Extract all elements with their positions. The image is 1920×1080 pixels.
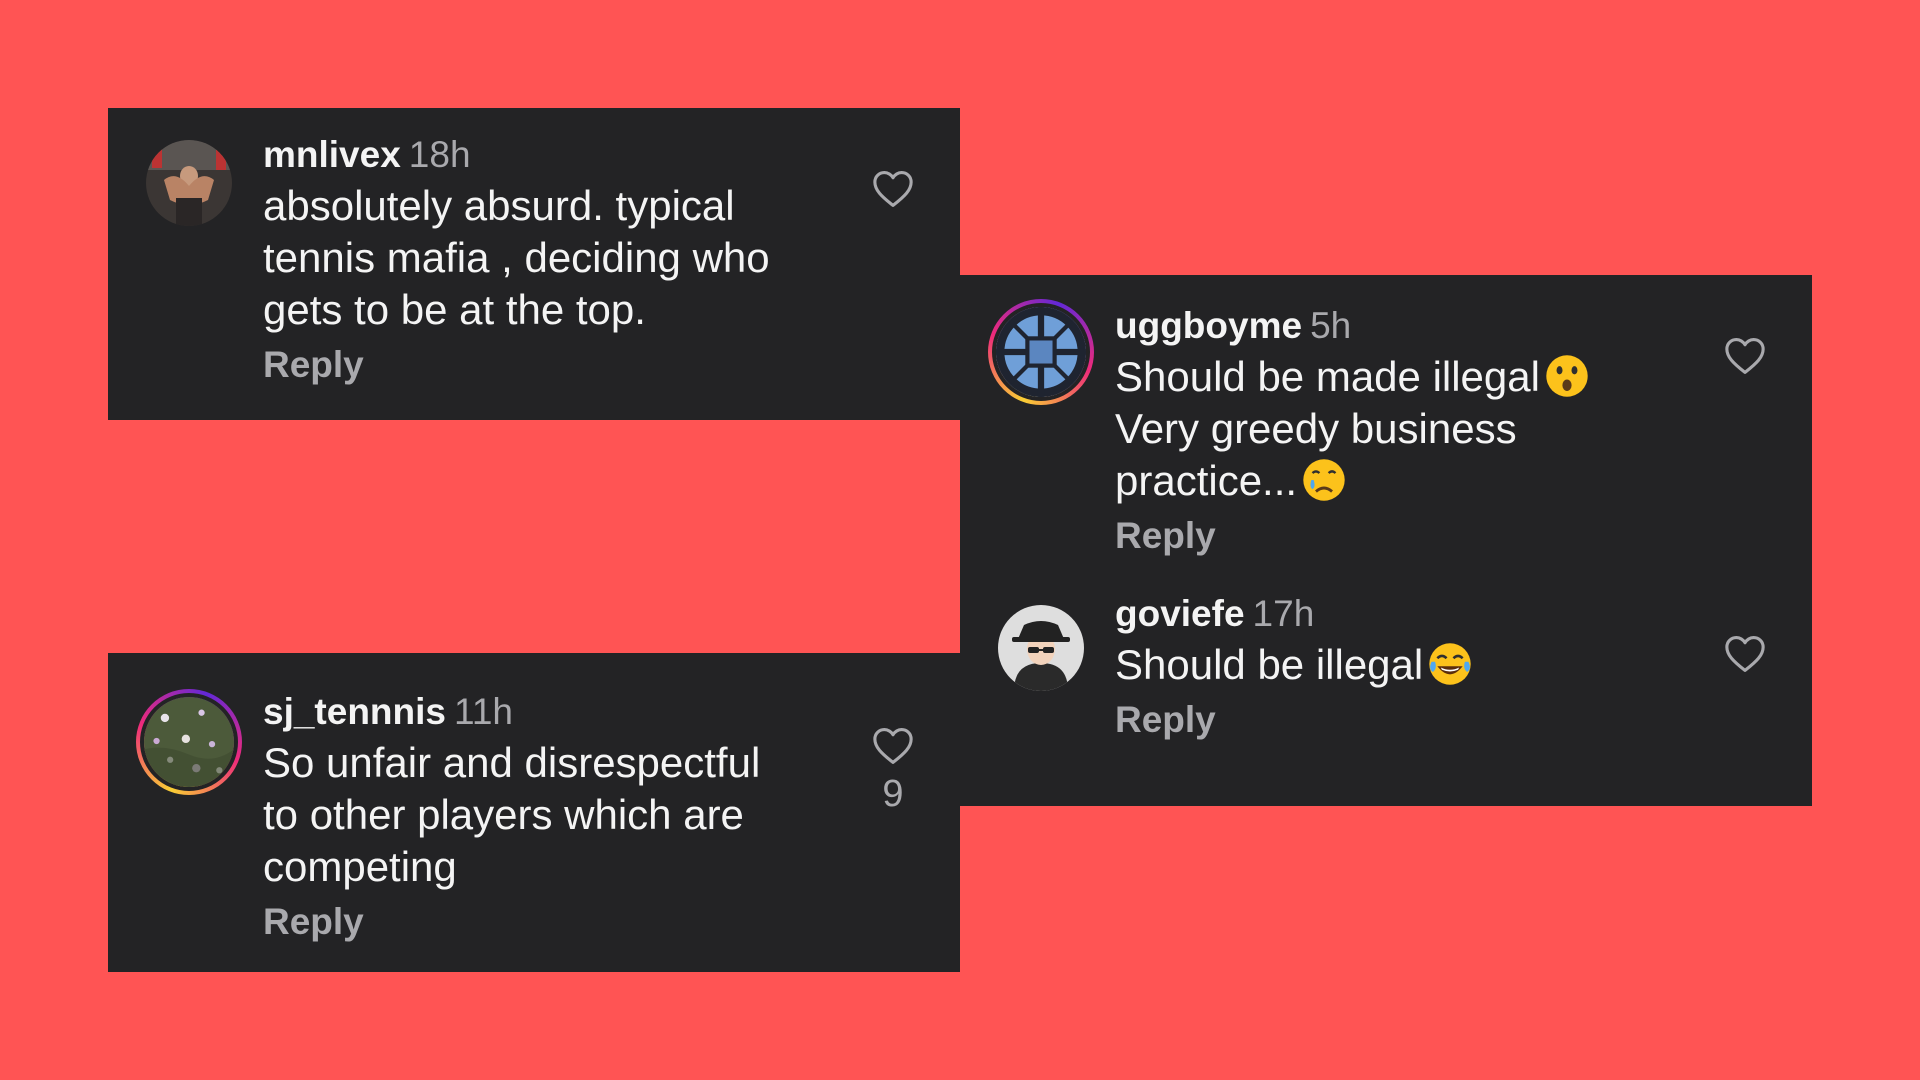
avatar[interactable] [146, 140, 232, 226]
reply-button[interactable]: Reply [1115, 513, 1715, 559]
comment-text: Should be made illegal Very greedy busin… [1115, 351, 1715, 507]
tears-of-joy-icon [1427, 641, 1473, 687]
incognito-avatar-icon [998, 605, 1084, 691]
comment-text-line: Very greedy business [1115, 405, 1517, 452]
hushed-face-icon [1544, 353, 1590, 399]
comment-text-line: practice... [1115, 457, 1298, 504]
comment-text-line: Should be made illegal [1115, 353, 1540, 400]
timestamp: 18h [408, 134, 471, 175]
comment-card-1: mnlivex 18h absolutely absurd. typical te… [108, 108, 960, 420]
avatar[interactable] [998, 605, 1084, 691]
comment-text: Should be illegal [1115, 639, 1715, 691]
comment-card-2: sj_tennnis 11h So unfair and disrespectfu… [108, 653, 960, 972]
heart-icon [1725, 338, 1765, 374]
gym-photo-avatar-icon [146, 140, 232, 226]
comment-text: So unfair and disrespectful to other pla… [263, 739, 761, 890]
timestamp: 5h [1310, 305, 1352, 346]
flower-field-avatar-icon [144, 697, 234, 787]
username[interactable]: uggboyme [1115, 305, 1302, 346]
reply-button[interactable]: Reply [263, 899, 823, 945]
like-button[interactable] [1723, 337, 1767, 375]
like-button[interactable] [871, 170, 915, 208]
heart-icon [873, 728, 913, 764]
username[interactable]: sj_tennnis [263, 691, 446, 732]
username[interactable]: goviefe [1115, 593, 1245, 634]
avatar[interactable] [136, 689, 242, 795]
comment-card-3: uggboyme 5h Should be made illegal Very g… [960, 275, 1812, 806]
avatar[interactable] [988, 299, 1094, 405]
comment-text-line: Should be illegal [1115, 641, 1424, 688]
timestamp: 11h [454, 691, 513, 732]
like-count: 9 [882, 773, 904, 815]
comment-meta: uggboyme 5h [1115, 303, 1715, 349]
reply-button[interactable]: Reply [263, 342, 823, 388]
like-button[interactable]: 9 [871, 727, 915, 817]
comment-meta: sj_tennnis 11h [263, 689, 823, 735]
like-button[interactable] [1723, 635, 1767, 673]
heart-icon [1725, 636, 1765, 672]
crying-face-icon [1301, 457, 1347, 503]
reply-button[interactable]: Reply [1115, 697, 1715, 743]
timestamp: 17h [1252, 593, 1315, 634]
blue-window-avatar-icon [996, 307, 1086, 397]
heart-icon [873, 171, 913, 207]
username[interactable]: mnlivex [263, 134, 401, 175]
comment-meta: goviefe 17h [1115, 591, 1715, 637]
comment-text: absolutely absurd. typical tennis mafia … [263, 182, 770, 333]
comment-meta: mnlivex 18h [263, 132, 823, 178]
